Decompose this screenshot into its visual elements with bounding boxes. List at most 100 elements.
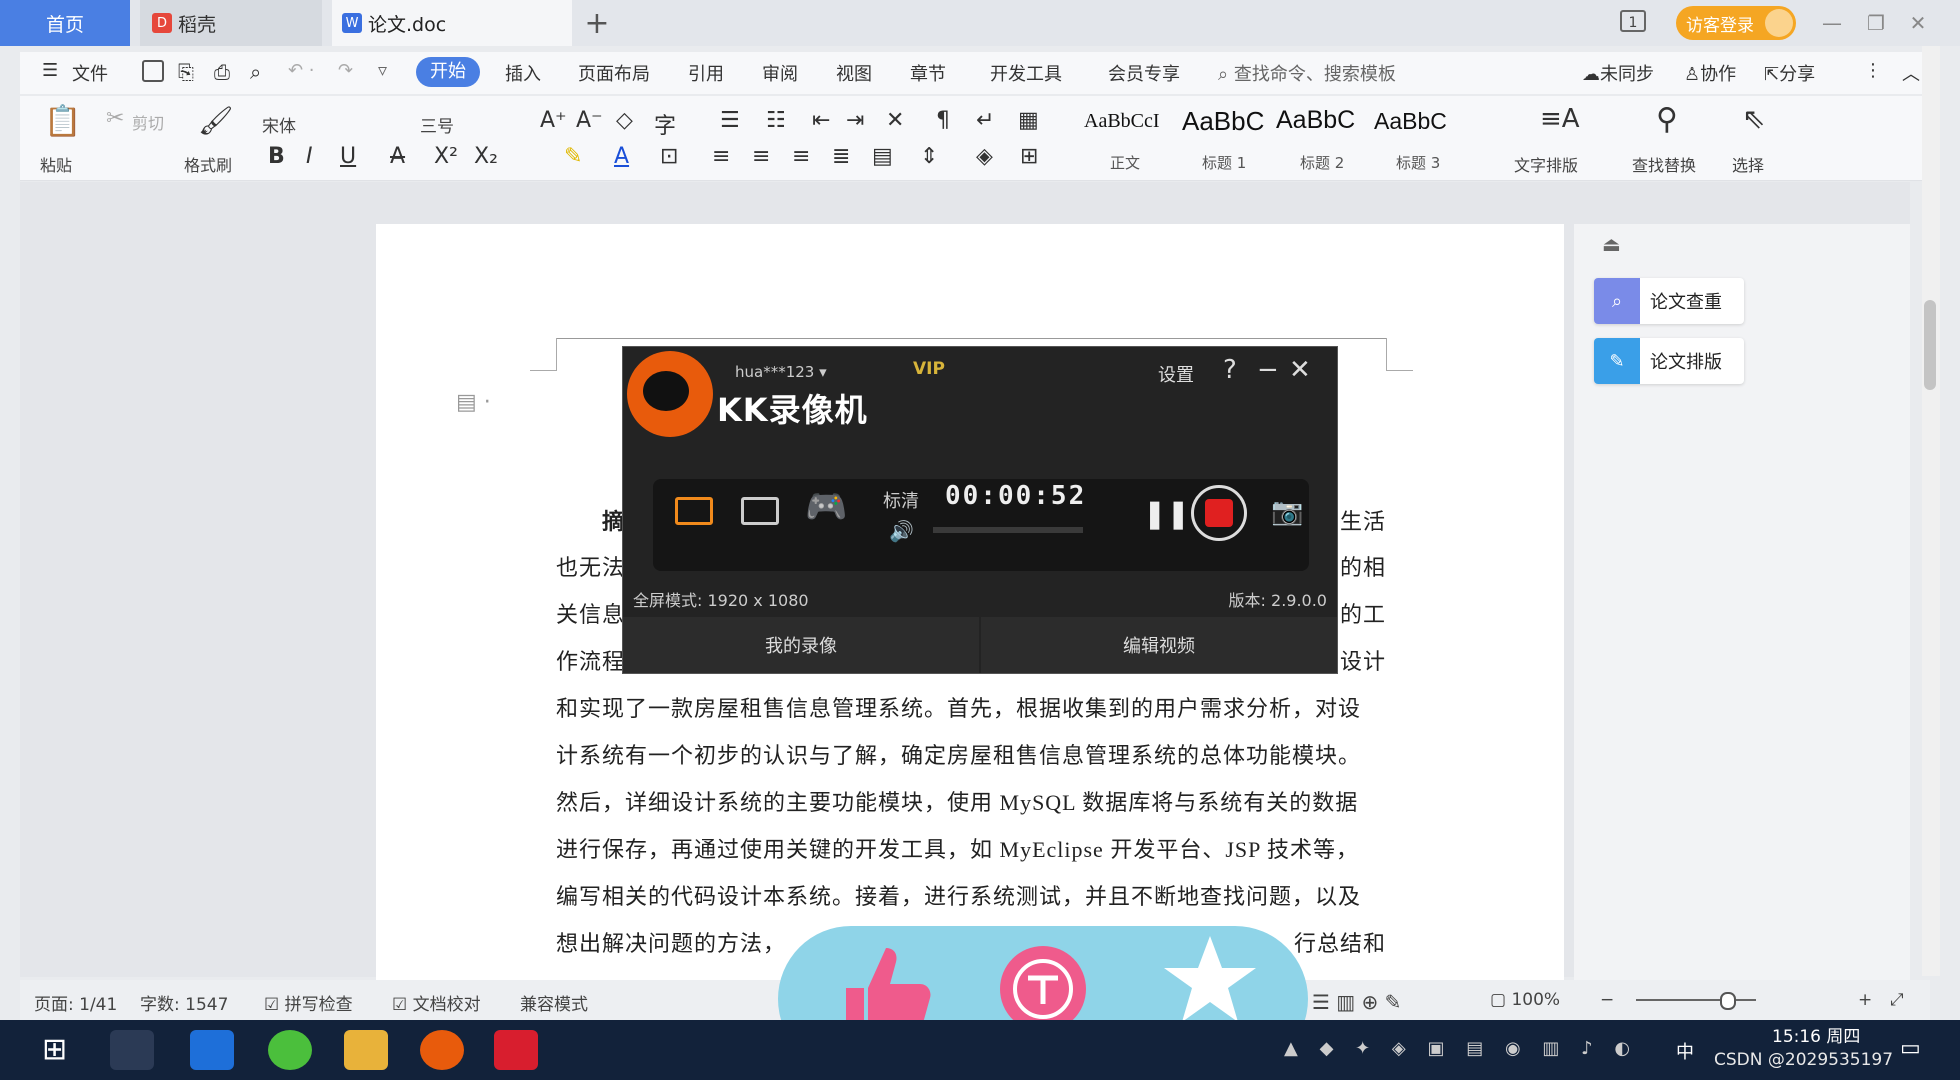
taskbar-kk-recorder-icon[interactable] <box>420 1030 464 1070</box>
select-cursor-icon[interactable]: ⇖ <box>1742 102 1765 135</box>
numbering-icon[interactable]: ☷ <box>766 108 786 133</box>
tab-document[interactable]: W 论文.doc <box>332 0 572 46</box>
justify-icon[interactable]: ≣ <box>832 144 850 169</box>
phonetic-guide-icon[interactable]: 字 <box>654 108 676 140</box>
font-grow-icon[interactable]: A⁺ <box>540 108 567 133</box>
quick-access-dropdown-icon[interactable]: ▿ <box>378 60 387 81</box>
style-normal-sample[interactable]: AaBbCcI <box>1084 110 1160 133</box>
kk-help-button[interactable]: ? <box>1223 355 1237 385</box>
highlight-icon[interactable]: ✎ <box>564 144 582 169</box>
kk-recorder-window[interactable]: KK录像机 hua***123 ▾ VIP 设置 ? − ✕ 🎮 标清 00:0… <box>622 346 1338 674</box>
kk-user-dropdown[interactable]: hua***123 ▾ <box>735 363 827 381</box>
menu-page-layout[interactable]: 页面布局 <box>578 60 650 86</box>
align-left-icon[interactable]: ≡ <box>712 144 730 169</box>
style-heading3-sample[interactable]: AaBbC <box>1374 108 1447 135</box>
border-icon[interactable]: ⊞ <box>1020 144 1038 169</box>
align-center-icon[interactable]: ≡ <box>752 144 770 169</box>
taskbar-wps-icon[interactable] <box>494 1030 538 1070</box>
menu-insert[interactable]: 插入 <box>505 60 541 86</box>
menu-member[interactable]: 会员专享 <box>1108 60 1180 86</box>
zoom-slider-handle[interactable] <box>1720 992 1736 1010</box>
volume-icon[interactable]: 🔊 <box>889 519 914 543</box>
menu-chapter[interactable]: 章节 <box>910 60 946 86</box>
taskbar-app-swirl-icon[interactable] <box>110 1030 154 1070</box>
menu-review[interactable]: 审阅 <box>762 60 798 86</box>
paragraph-marker-icon[interactable]: ▤ · <box>456 390 491 415</box>
vertical-scrollbar[interactable] <box>1922 46 1940 976</box>
ime-indicator[interactable]: 中 <box>1676 1038 1694 1064</box>
kk-vip-badge[interactable]: VIP <box>913 359 945 379</box>
menu-view[interactable]: 视图 <box>836 60 872 86</box>
more-options-icon[interactable]: ⋮ <box>1864 60 1882 81</box>
zoom-in-button[interactable]: + <box>1858 990 1872 1010</box>
export-pdf-icon[interactable]: ⎘ <box>178 60 194 84</box>
share-button[interactable]: ⇱分享 <box>1764 60 1815 86</box>
save-icon[interactable] <box>142 60 164 82</box>
taskbar-ie-icon[interactable] <box>190 1030 234 1070</box>
kk-quality[interactable]: 标清 <box>883 487 919 513</box>
sync-status[interactable]: ☁未同步 <box>1582 60 1654 86</box>
kk-minimize-button[interactable]: − <box>1257 355 1279 385</box>
guest-login-button[interactable]: 访客登录 <box>1676 6 1796 40</box>
minimize-button[interactable]: — <box>1814 8 1850 38</box>
new-tab-button[interactable]: + <box>572 0 622 46</box>
superscript-icon[interactable]: X² <box>434 144 458 169</box>
search-command-box[interactable]: ⌕ 查找命令、搜索模板 <box>1218 60 1396 86</box>
menu-references[interactable]: 引用 <box>688 60 724 86</box>
paper-format-button[interactable]: ✎ 论文排版 <box>1594 338 1744 384</box>
collapse-ribbon-icon[interactable]: ︿ <box>1902 60 1920 86</box>
table-icon[interactable]: ▦ <box>1018 108 1039 133</box>
increase-indent-icon[interactable]: ⇥ <box>846 108 864 133</box>
char-border-icon[interactable]: ⊡ <box>660 144 678 169</box>
my-recordings-button[interactable]: 我的录像 <box>623 617 979 673</box>
print-icon[interactable]: ⎙ <box>214 60 230 84</box>
kk-close-button[interactable]: ✕ <box>1289 355 1311 385</box>
menu-file[interactable]: 文件 <box>72 60 108 86</box>
format-painter-icon[interactable]: 🖌 <box>198 104 234 137</box>
line-break-icon[interactable]: ↵ <box>976 108 994 133</box>
line-spacing-icon[interactable]: ⇕ <box>920 144 938 169</box>
zoom-level[interactable]: ▢ 100% <box>1490 990 1560 1010</box>
zoom-slider[interactable] <box>1636 999 1756 1001</box>
distributed-icon[interactable]: ▤ <box>872 144 893 169</box>
windows-start-icon[interactable]: ⊞ <box>42 1032 67 1067</box>
style-heading2-sample[interactable]: AaBbC <box>1276 106 1355 135</box>
paper-check-button[interactable]: ⌕ 论文查重 <box>1594 278 1744 324</box>
scroll-thumb[interactable] <box>1924 300 1936 390</box>
restore-button[interactable]: ❐ <box>1858 8 1894 38</box>
text-layout-icon[interactable]: ≡A <box>1540 104 1580 134</box>
tab-home[interactable]: 首页 <box>0 0 130 46</box>
collapse-panel-icon[interactable]: ⏏ <box>1602 232 1621 256</box>
zoom-out-button[interactable]: − <box>1600 990 1614 1010</box>
pause-icon[interactable]: ❚❚ <box>1143 497 1190 530</box>
font-shrink-icon[interactable]: A⁻ <box>576 108 603 133</box>
kk-volume-bar[interactable] <box>933 527 1083 533</box>
show-marks-icon[interactable]: ¶ <box>936 108 950 133</box>
clear-format-icon[interactable]: ◇ <box>616 108 633 133</box>
undo-icon[interactable]: ↶ · <box>288 60 315 81</box>
edit-video-button[interactable]: 编辑视频 <box>981 617 1337 673</box>
font-size-select[interactable]: 三号 <box>420 112 454 137</box>
align-right-icon[interactable]: ≡ <box>792 144 810 169</box>
game-record-icon[interactable]: 🎮 <box>805 487 847 527</box>
menu-start[interactable]: 开始 <box>416 57 480 87</box>
notification-icon[interactable]: ▭ <box>1900 1036 1921 1061</box>
menu-developer[interactable]: 开发工具 <box>990 60 1062 86</box>
font-color-icon[interactable]: A <box>614 144 629 169</box>
underline-icon[interactable]: U <box>340 144 356 169</box>
screenshot-camera-icon[interactable]: 📷 <box>1271 497 1303 527</box>
star-favorite-icon[interactable] <box>1160 930 1260 1030</box>
subscript-icon[interactable]: X₂ <box>474 144 498 169</box>
hamburger-menu-icon[interactable]: ☰ <box>42 60 58 81</box>
spell-check-button[interactable]: ☑ 拼写检查 <box>264 990 353 1015</box>
word-count[interactable]: 字数: 1547 <box>140 990 228 1015</box>
decrease-indent-icon[interactable]: ⇤ <box>812 108 830 133</box>
paste-icon[interactable]: 📋 <box>44 104 81 139</box>
view-mode-icons[interactable]: ☰ ▥ ⊕ ✎ <box>1312 990 1401 1014</box>
chinese-layout-icon[interactable]: ✕ <box>886 108 904 133</box>
print-preview-icon[interactable]: ⌕ <box>250 60 261 84</box>
fullscreen-icon[interactable]: ⤢ <box>1890 990 1904 1010</box>
page-status[interactable]: 页面: 1/41 <box>34 990 117 1015</box>
page-count-indicator[interactable]: 1 <box>1620 10 1646 32</box>
find-replace-icon[interactable]: ⚲ <box>1656 102 1678 137</box>
